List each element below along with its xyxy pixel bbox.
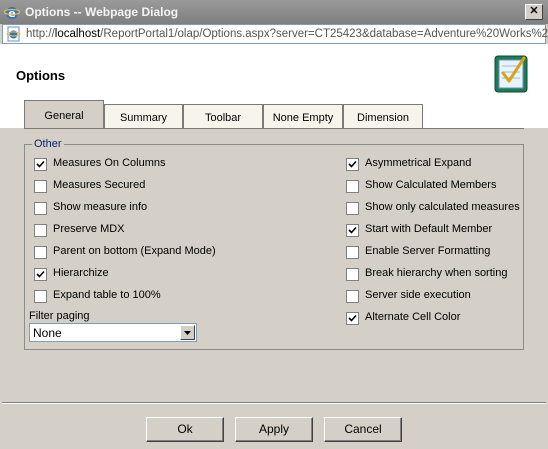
- checkbox[interactable]: [34, 246, 47, 259]
- url-rest: /ReportPortal1/olap/Options.aspx?server=…: [100, 28, 548, 40]
- option-label: Measures Secured: [53, 179, 146, 191]
- checkbox[interactable]: [34, 202, 47, 215]
- checkbox[interactable]: [34, 158, 47, 171]
- window-title: Options -- Webpage Dialog: [25, 5, 179, 19]
- options-check-icon: [494, 55, 528, 93]
- checkbox[interactable]: [346, 246, 359, 259]
- tab-dimension[interactable]: Dimension: [343, 104, 423, 128]
- checkbox[interactable]: [346, 158, 359, 171]
- filter-paging-label: Filter paging: [29, 310, 90, 322]
- checkbox[interactable]: [346, 268, 359, 281]
- dropdown-button[interactable]: [180, 325, 195, 340]
- checkmark-icon: [36, 160, 45, 168]
- option-label: Preserve MDX: [53, 223, 125, 235]
- checkmark-icon: [348, 226, 357, 234]
- checkbox[interactable]: [34, 290, 47, 303]
- option-label: Server side execution: [365, 289, 471, 301]
- checkbox[interactable]: [34, 224, 47, 237]
- page-icon: [6, 26, 21, 42]
- checkmark-icon: [348, 160, 357, 168]
- ok-button[interactable]: Ok: [146, 417, 224, 442]
- tab-toolbar[interactable]: Toolbar: [183, 104, 263, 128]
- option-label: Measures On Columns: [53, 157, 166, 169]
- option-label: Enable Server Formatting: [365, 245, 491, 257]
- option-label: Asymmetrical Expand: [365, 157, 472, 169]
- option-label: Show only calculated measures: [365, 201, 520, 213]
- option-label: Show Calculated Members: [365, 179, 497, 191]
- tab-none-empty[interactable]: None Empty: [263, 104, 343, 128]
- checkbox[interactable]: [346, 290, 359, 303]
- cancel-button[interactable]: Cancel: [324, 417, 402, 442]
- option-label: Start with Default Member: [365, 223, 493, 235]
- tab-summary[interactable]: Summary: [104, 104, 183, 128]
- filter-paging-value: None: [33, 326, 62, 340]
- checkmark-icon: [348, 314, 357, 322]
- apply-button[interactable]: Apply: [235, 417, 313, 442]
- address-url: http://localhost/ReportPortal1/olap/Opti…: [26, 28, 548, 40]
- filter-paging-select[interactable]: None: [29, 323, 197, 342]
- ie-icon: e: [4, 7, 20, 20]
- checkbox[interactable]: [346, 180, 359, 193]
- checkbox[interactable]: [346, 312, 359, 325]
- url-host: localhost: [54, 28, 101, 40]
- group-legend: Other: [32, 138, 64, 150]
- url-prefix: http://: [26, 28, 55, 40]
- footer-divider: [2, 402, 546, 404]
- option-label: Parent on bottom (Expand Mode): [53, 245, 216, 257]
- checkbox[interactable]: [34, 268, 47, 281]
- page-title: Options: [16, 68, 66, 83]
- checkbox[interactable]: [346, 224, 359, 237]
- checkbox[interactable]: [34, 180, 47, 193]
- option-label: Expand table to 100%: [53, 289, 161, 301]
- option-label: Show measure info: [53, 201, 148, 213]
- option-label: Hierarchize: [53, 267, 109, 279]
- option-label: Alternate Cell Color: [365, 311, 461, 323]
- tab-general[interactable]: General: [24, 100, 104, 130]
- close-button[interactable]: ✕: [525, 4, 543, 20]
- title-bar: e Options -- Webpage Dialog ✕: [0, 0, 548, 24]
- tab-strip-line: [24, 128, 524, 129]
- address-bar: http://localhost/ReportPortal1/olap/Opti…: [2, 24, 548, 44]
- option-label: Break hierarchy when sorting: [365, 267, 508, 279]
- chevron-down-icon: [184, 331, 191, 335]
- checkmark-icon: [36, 270, 45, 278]
- checkbox[interactable]: [346, 202, 359, 215]
